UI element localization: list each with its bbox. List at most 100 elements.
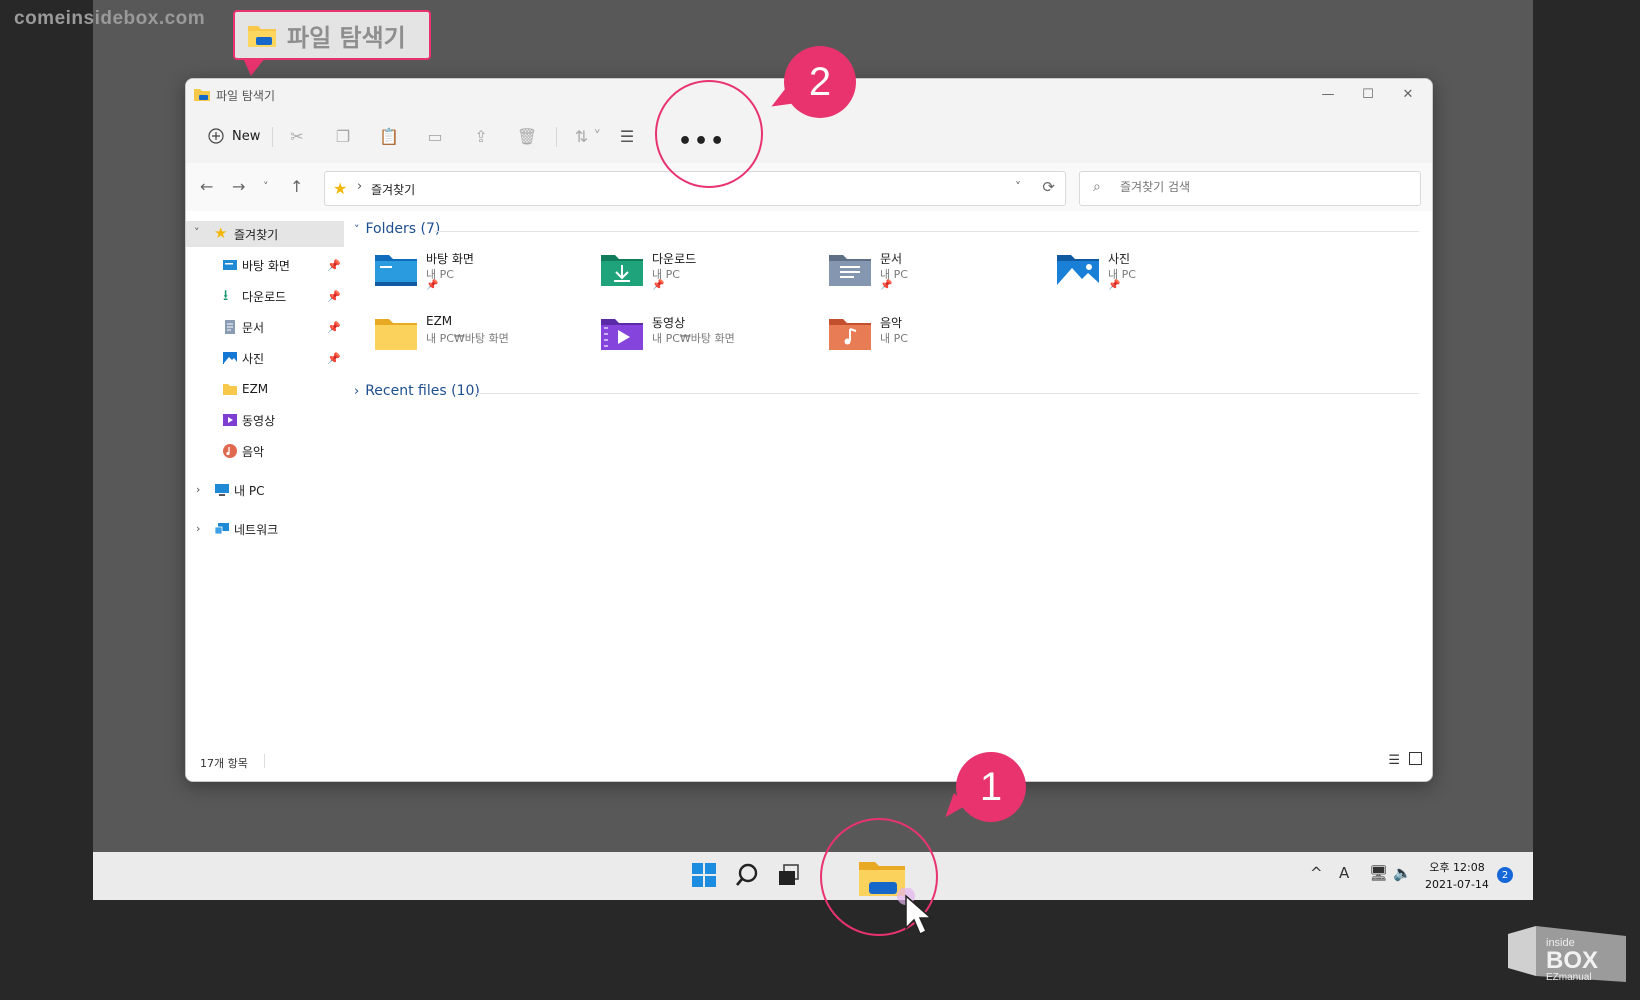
start-icon[interactable]: [691, 862, 717, 888]
chevron-right-icon[interactable]: ›: [357, 179, 362, 194]
minimize-button[interactable]: —: [1308, 83, 1348, 105]
pictures-folder-icon: [1057, 255, 1099, 286]
recent-header-label: Recent files (10): [365, 383, 480, 399]
pin-icon: 📌: [426, 280, 439, 291]
chevron-down-icon[interactable]: ˅: [1015, 180, 1021, 194]
star-icon: ★: [214, 224, 228, 242]
sidebar-item-favorites[interactable]: ˅ ★ 즐겨찾기: [186, 221, 344, 247]
sort-icon[interactable]: ⇅ ˅: [568, 123, 608, 149]
share-icon[interactable]: ⇪: [468, 123, 494, 149]
sidebar-item-desktop[interactable]: 바탕 화면 📌: [186, 252, 344, 278]
file-explorer-window: 파일 탐색기 — ☐ ✕ New ✂ ❐ 📋 ▭ ⇪ 🗑 ⇅ ˅ ☰ ••• ←…: [185, 78, 1433, 782]
folder-tile-ezm[interactable]: EZM 내 PC₩바탕 화면: [374, 312, 584, 362]
pin-icon: 📌: [1108, 280, 1121, 291]
search-box[interactable]: ⌕: [1079, 171, 1421, 206]
mouse-cursor-icon: [897, 888, 933, 936]
new-button[interactable]: New: [208, 123, 260, 149]
sidebar-item-label: 바탕 화면: [242, 258, 290, 273]
folder-tile-videos[interactable]: 동영상 내 PC₩바탕 화면: [600, 312, 810, 362]
watermark: comeinsidebox.com: [14, 8, 206, 29]
sidebar-item-this-pc[interactable]: › 내 PC: [186, 477, 344, 503]
folder-location: 내 PC₩바탕 화면: [426, 332, 509, 345]
rename-icon[interactable]: ▭: [422, 123, 448, 149]
sidebar-item-ezm[interactable]: EZM: [186, 376, 344, 402]
search-input[interactable]: [1118, 179, 1412, 195]
callout-title-text: 파일 탐색기: [287, 23, 406, 52]
up-arrow-icon[interactable]: ↑: [290, 177, 303, 196]
delete-icon[interactable]: 🗑: [514, 123, 540, 149]
view-icon[interactable]: ☰: [614, 123, 640, 149]
folder-tile-downloads[interactable]: 다운로드 내 PC 📌: [600, 248, 810, 298]
callout-title: 파일 탐색기: [233, 10, 431, 60]
address-row: ← → ˅ ↑ ★ › 즐겨찾기 ˅ ⟳ ⌕: [186, 163, 1432, 212]
refresh-icon[interactable]: ⟳: [1042, 178, 1055, 196]
paste-icon[interactable]: 📋: [376, 123, 402, 149]
recent-files-section-header[interactable]: › Recent files (10): [354, 383, 480, 399]
chevron-right-icon[interactable]: ›: [196, 483, 200, 496]
status-bar: 17개 항목 ☰: [186, 741, 1432, 781]
inside-box-logo: inside BOX EZmanual: [1506, 924, 1630, 991]
chevron-down-icon[interactable]: ˅: [194, 226, 200, 239]
taskbar: ^ A 🖥 🔈 오후 12:08 2021-07-14 2: [93, 852, 1533, 900]
notification-badge[interactable]: 2: [1497, 867, 1513, 883]
back-arrow-icon[interactable]: ←: [200, 177, 213, 196]
large-icons-view-icon[interactable]: [1409, 752, 1422, 765]
copy-icon[interactable]: ❐: [330, 123, 356, 149]
task-view-icon[interactable]: [776, 862, 802, 888]
forward-arrow-icon[interactable]: →: [232, 177, 245, 196]
step-badge-1: 1: [956, 752, 1026, 822]
folder-location: 내 PC: [880, 332, 908, 345]
sidebar-item-label: 문서: [242, 320, 265, 335]
sidebar-item-documents[interactable]: 문서 📌: [186, 314, 344, 340]
show-hidden-icons-chevron-icon[interactable]: ^: [1310, 864, 1323, 882]
svg-text:BOX: BOX: [1546, 947, 1598, 974]
documents-folder-icon: [225, 320, 235, 334]
pin-icon: 📌: [880, 280, 893, 291]
volume-icon[interactable]: 🔈: [1393, 864, 1412, 882]
sidebar-item-videos[interactable]: 동영상: [186, 407, 344, 433]
folder-tile-desktop[interactable]: 바탕 화면 내 PC 📌: [374, 248, 584, 298]
chevron-right-icon[interactable]: ›: [354, 384, 359, 399]
box-logo-icon: inside BOX EZmanual: [1508, 926, 1626, 983]
pin-icon: 📌: [327, 289, 341, 303]
folder-tile-documents[interactable]: 문서 내 PC 📌: [828, 248, 1038, 298]
sidebar-item-network[interactable]: › 네트워크: [186, 516, 344, 542]
date-text: 2021-07-14: [1425, 878, 1489, 891]
details-view-icon[interactable]: ☰: [1388, 753, 1400, 768]
toolbar-divider: [272, 127, 273, 147]
chevron-right-icon[interactable]: ›: [196, 522, 200, 535]
videos-folder-icon: [223, 414, 237, 426]
network-icon[interactable]: 🖥: [1369, 864, 1388, 882]
download-folder-icon: ⭳: [223, 286, 229, 304]
navigation-pane: ˅ ★ 즐겨찾기 바탕 화면 📌 ⭳ 다운로드 📌 문서 📌 사진 📌 EZM: [186, 211, 344, 741]
folder-tile-pictures[interactable]: 사진 내 PC 📌: [1056, 248, 1266, 298]
sidebar-item-label: 사진: [242, 351, 265, 366]
pin-icon: 📌: [327, 320, 341, 334]
folders-section-header[interactable]: ˅ Folders (7): [354, 221, 440, 237]
sidebar-item-pictures[interactable]: 사진 📌: [186, 345, 344, 371]
chevron-down-icon[interactable]: ˅: [354, 223, 360, 236]
step-badge-2: 2: [784, 46, 856, 118]
recent-locations-chevron-icon[interactable]: ˅: [263, 180, 269, 193]
plus-circle-icon: [208, 128, 224, 144]
highlight-circle-more: [655, 80, 763, 188]
command-bar: New ✂ ❐ 📋 ▭ ⇪ 🗑 ⇅ ˅ ☰ •••: [186, 109, 1432, 164]
toolbar-divider: [556, 127, 557, 147]
search-icon[interactable]: [734, 862, 760, 888]
input-method-indicator[interactable]: A: [1339, 864, 1349, 882]
folder-tile-music[interactable]: 음악 내 PC: [828, 312, 1038, 362]
maximize-button[interactable]: ☐: [1348, 83, 1388, 105]
sidebar-item-downloads[interactable]: ⭳ 다운로드 📌: [186, 283, 344, 309]
pin-icon: 📌: [652, 280, 665, 291]
cut-icon[interactable]: ✂: [284, 123, 310, 149]
folder-name: 바탕 화면: [426, 252, 474, 266]
pin-icon: 📌: [327, 351, 341, 365]
desktop-folder-icon: [223, 260, 237, 270]
address-path[interactable]: 즐겨찾기: [371, 181, 415, 198]
close-button[interactable]: ✕: [1388, 83, 1428, 105]
folder-name: 사진: [1108, 252, 1131, 266]
sidebar-item-label: 음악: [242, 444, 265, 459]
sidebar-item-music[interactable]: 음악: [186, 438, 344, 464]
clock[interactable]: 오후 12:08 2021-07-14: [1425, 859, 1489, 893]
folder-location: 내 PC₩바탕 화면: [652, 332, 735, 345]
